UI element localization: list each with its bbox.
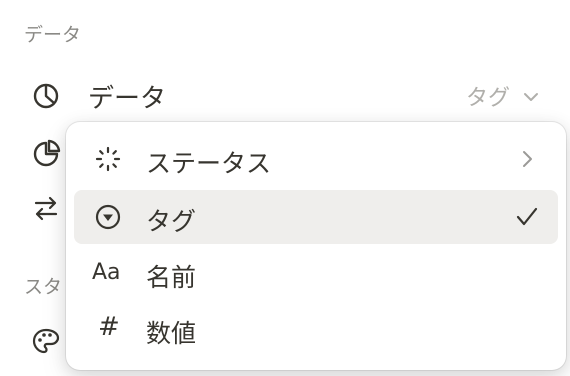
property-type-value[interactable]: タグ: [466, 80, 510, 112]
section-title-2: スタ: [24, 276, 63, 298]
menu-item-status[interactable]: ステータス: [74, 132, 558, 186]
pie-chart-icon: [33, 83, 59, 109]
section-title: データ: [24, 24, 82, 46]
property-type-dropdown: ステータス タグ Aa 名前 # 数値: [66, 122, 566, 370]
menu-item-tag[interactable]: タグ: [74, 190, 558, 244]
property-name: データ: [88, 84, 167, 114]
menu-item-label: 名前: [146, 263, 197, 292]
menu-item-label: ステータス: [146, 149, 272, 178]
menu-item-name[interactable]: Aa 名前: [74, 246, 558, 300]
pie-chart-2-icon: [33, 139, 61, 167]
menu-item-number[interactable]: # 数値: [74, 302, 558, 356]
chevron-right-icon: [523, 151, 532, 167]
status-spinner-icon: [95, 146, 121, 172]
palette-icon: [32, 328, 60, 354]
swap-arrows-icon: [34, 196, 58, 221]
hash-icon: #: [98, 312, 120, 342]
menu-item-label: タグ: [146, 207, 197, 236]
text-aa-icon: Aa: [92, 260, 121, 285]
menu-item-label: 数値: [146, 319, 197, 348]
checkmark-icon: [516, 207, 538, 226]
chevron-down-icon[interactable]: [520, 86, 542, 108]
select-icon: [95, 204, 121, 230]
property-row-data[interactable]: データ タグ: [0, 74, 570, 118]
